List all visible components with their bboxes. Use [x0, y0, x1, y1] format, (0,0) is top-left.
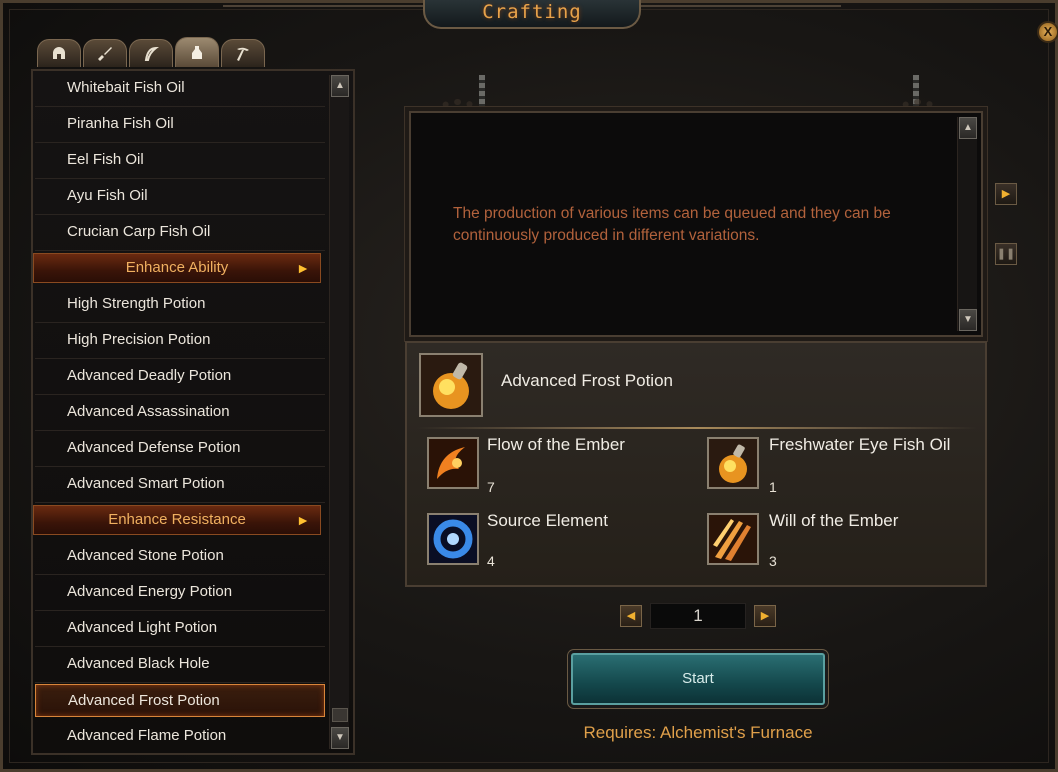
list-item-selected[interactable]: Advanced Frost Potion [35, 684, 325, 717]
source-element-icon[interactable] [427, 513, 479, 565]
quantity-field[interactable]: 1 [650, 603, 746, 629]
decrease-button[interactable]: ◀ [620, 605, 642, 627]
category-label: Enhance Ability [125, 259, 229, 276]
list-item[interactable]: Crucian Carp Fish Oil [35, 215, 325, 251]
list-item[interactable]: Whitebait Fish Oil [35, 71, 325, 107]
title-plate: Crafting [423, 0, 641, 29]
ingredient-quantity: 1 [769, 479, 777, 495]
ember-flow-icon[interactable] [427, 437, 479, 489]
scroll-up-button[interactable]: ▲ [331, 75, 349, 97]
start-button[interactable]: Start [571, 653, 825, 705]
chevron-right-icon: ► [296, 260, 310, 276]
tab-potion[interactable] [175, 37, 219, 67]
list-item[interactable]: Advanced Light Potion [35, 611, 325, 647]
tab-tool[interactable] [221, 39, 265, 67]
list-scrollbar[interactable]: ▲ ▼ [329, 75, 349, 749]
tab-accessory[interactable] [129, 39, 173, 67]
scroll-up-button[interactable]: ▲ [959, 117, 977, 139]
requirement-text: Requires: Alchemist's Furnace [583, 723, 813, 742]
category-header-enhance-ability[interactable]: Enhance Ability ► [33, 253, 321, 283]
list-item[interactable]: Advanced Black Hole [35, 647, 325, 683]
ingredient-quantity: 4 [487, 553, 495, 569]
ingredient-name: Will of the Ember [769, 511, 899, 530]
divider [417, 427, 977, 429]
tab-armor[interactable] [37, 39, 81, 67]
ingredient-name: Freshwater Eye Fish Oil [769, 435, 951, 454]
tab-weapon[interactable] [83, 39, 127, 67]
title-ornament-right [641, 5, 841, 19]
ingredient-quantity: 7 [487, 479, 495, 495]
window-title: Crafting [482, 1, 582, 23]
result-item-name: Advanced Frost Potion [501, 371, 673, 390]
scroll-thumb[interactable] [332, 708, 348, 722]
chain-decoration [479, 75, 485, 111]
increase-button[interactable]: ▶ [754, 605, 776, 627]
list-item[interactable]: High Precision Potion [35, 323, 325, 359]
helmet-icon [53, 46, 65, 59]
scroll-down-button[interactable]: ▼ [331, 727, 349, 749]
category-label: Enhance Resistance [108, 511, 246, 528]
list-item[interactable]: High Strength Potion [35, 287, 325, 323]
description-scrollbar[interactable]: ▲ ▼ [957, 117, 977, 331]
list-item[interactable]: Advanced Smart Potion [35, 467, 325, 503]
list-item[interactable]: Advanced Flame Potion [35, 719, 325, 753]
crafting-window: Crafting X Whitebait Fish Oil Piranha Fi… [0, 0, 1058, 772]
chevron-right-icon: ► [296, 512, 310, 528]
description-text: The production of various items can be q… [453, 205, 891, 244]
scroll-down-button[interactable]: ▼ [959, 309, 977, 331]
feather-icon [144, 46, 160, 61]
ingredient-quantity: 3 [769, 553, 777, 569]
list-item[interactable]: Advanced Energy Potion [35, 575, 325, 611]
list-item[interactable]: Eel Fish Oil [35, 143, 325, 179]
list-item[interactable]: Piranha Fish Oil [35, 107, 325, 143]
list-item[interactable]: Advanced Stone Potion [35, 539, 325, 575]
list-item[interactable]: Ayu Fish Oil [35, 179, 325, 215]
description-panel: The production of various items can be q… [409, 111, 983, 337]
category-tabs [37, 37, 265, 69]
frost-potion-icon[interactable] [419, 353, 483, 417]
fish-oil-potion-icon[interactable] [707, 437, 759, 489]
play-button[interactable]: ▶ [995, 183, 1017, 205]
potion-bag-icon [192, 45, 202, 59]
list-item[interactable]: Advanced Defense Potion [35, 431, 325, 467]
pause-button[interactable]: ❚❚ [995, 243, 1017, 265]
pickaxe-icon [237, 47, 249, 61]
sword-icon [98, 46, 112, 61]
ingredient-name: Source Element [487, 511, 608, 530]
ingredient-name: Flow of the Ember [487, 435, 625, 454]
category-header-enhance-resistance[interactable]: Enhance Resistance ► [33, 505, 321, 535]
ember-will-icon[interactable] [707, 513, 759, 565]
close-button[interactable]: X [1037, 21, 1058, 43]
list-item[interactable]: Advanced Deadly Potion [35, 359, 325, 395]
recipe-panel: Advanced Frost Potion Flow of the Ember … [405, 341, 987, 587]
recipe-list: Whitebait Fish Oil Piranha Fish Oil Eel … [31, 69, 355, 755]
title-ornament-left [223, 5, 423, 19]
list-item[interactable]: Advanced Assassination [35, 395, 325, 431]
